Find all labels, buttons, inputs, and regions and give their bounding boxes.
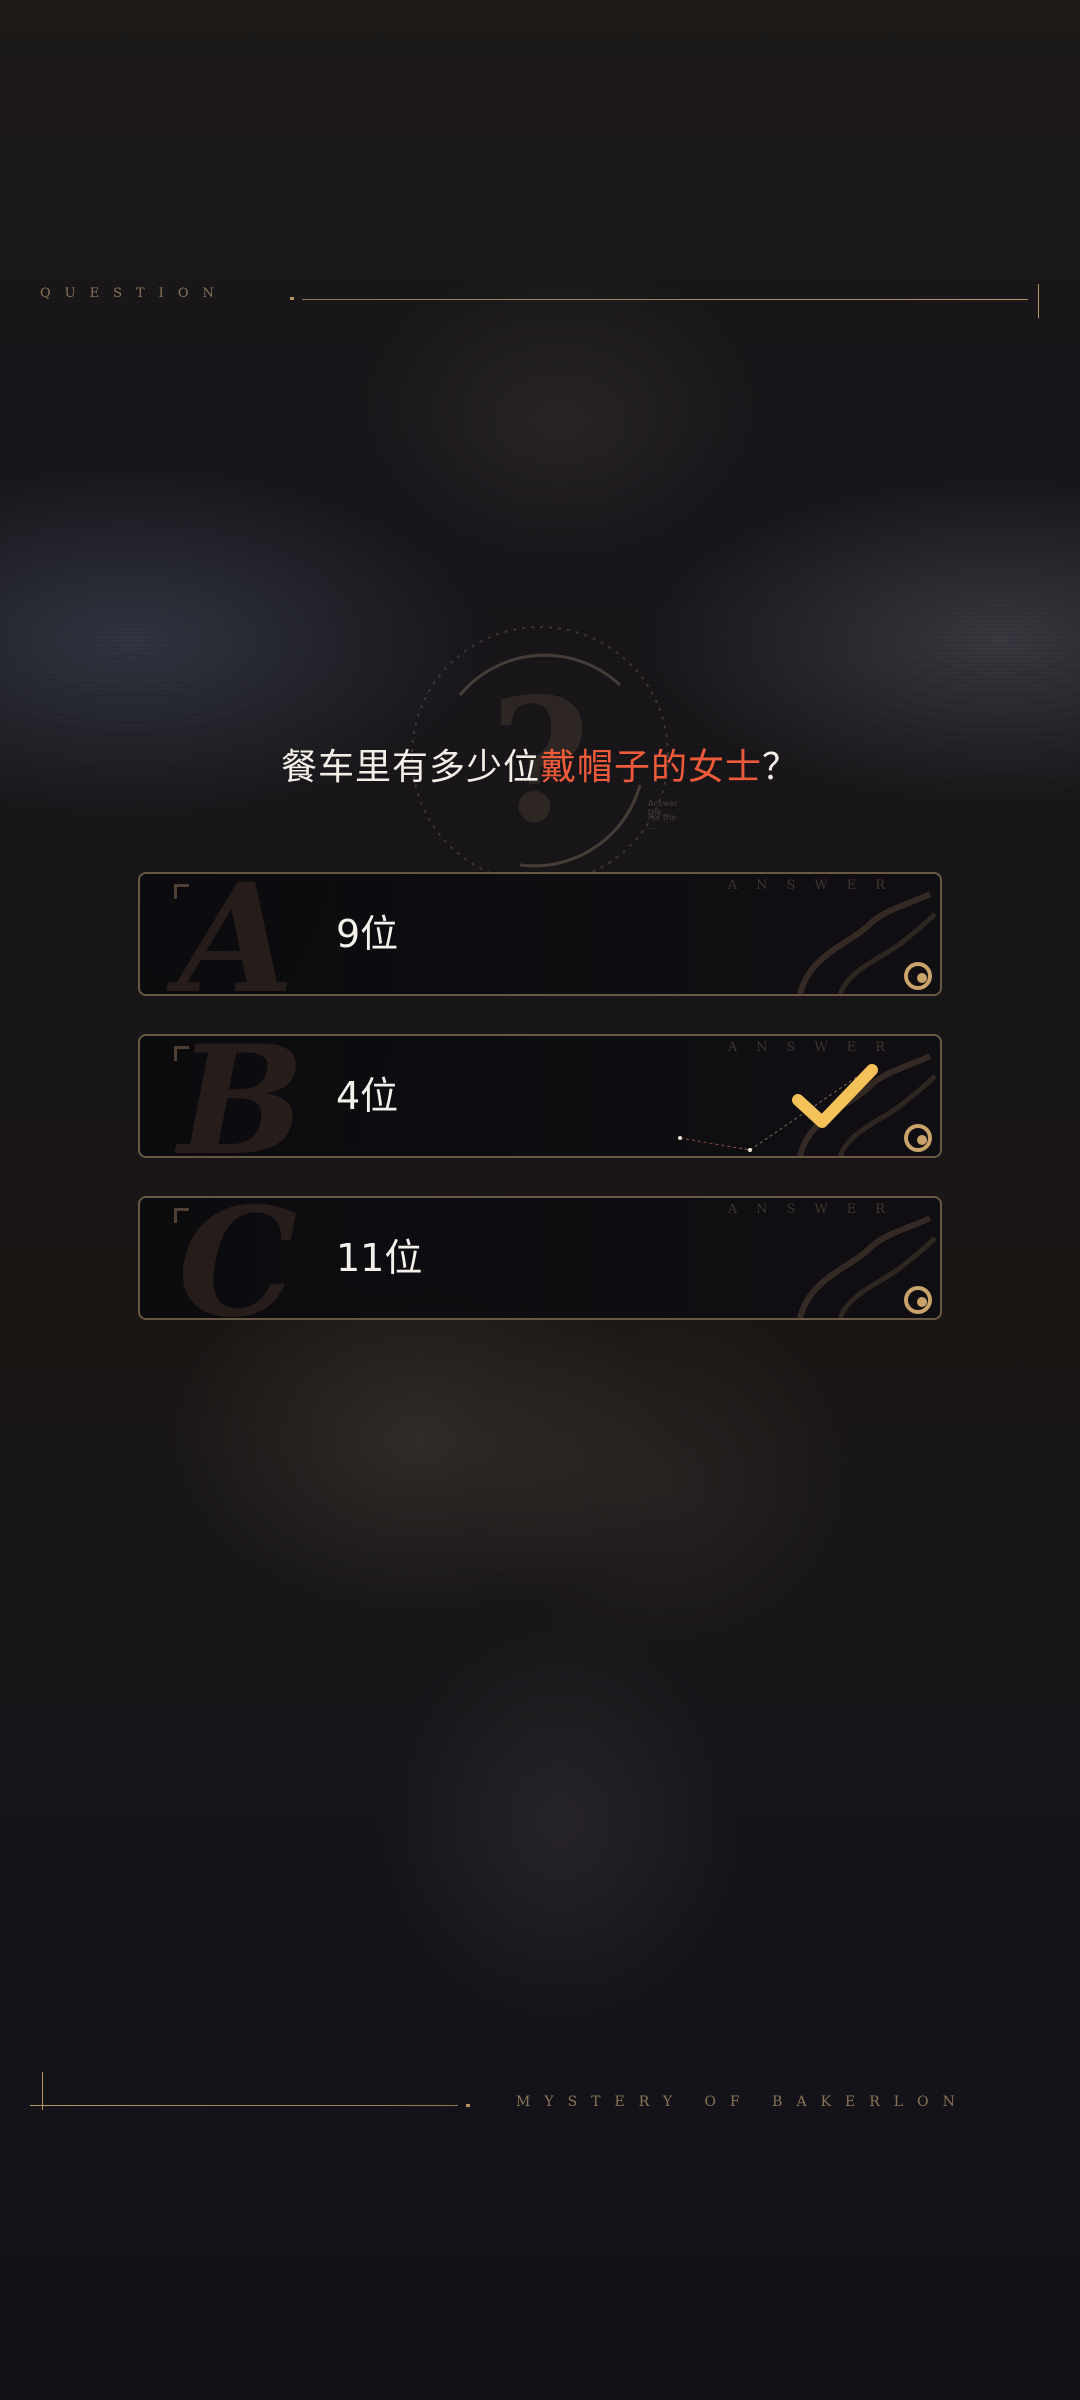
- emblem-caption-2: For the ...: [648, 813, 677, 831]
- ornament-flourish-icon: [797, 891, 937, 994]
- answer-label: 9位: [336, 912, 399, 956]
- question-header: QUESTION: [40, 280, 1050, 340]
- quiz-screen: QUESTION ? Answer the ... For the ... 餐车…: [0, 0, 1080, 2400]
- question-text: 餐车里有多少位戴帽子的女士？: [0, 738, 1080, 790]
- answer-option-c[interactable]: C ANSWER 11位: [138, 1196, 942, 1320]
- question-suffix: ？: [762, 747, 800, 788]
- answer-label: 11位: [336, 1236, 423, 1280]
- header-crosshair: [1038, 284, 1039, 318]
- answer-letter: A: [178, 872, 295, 996]
- answer-letter: C: [178, 1196, 298, 1320]
- footer-title: MYSTERY OF BAKERLON: [516, 2094, 969, 2110]
- header-divider-line: [302, 299, 1028, 300]
- question-label: QUESTION: [40, 286, 228, 301]
- checkmark-icon: [792, 1064, 878, 1128]
- answer-option-b[interactable]: B ANSWER 4位: [138, 1034, 942, 1158]
- ornament-flourish-icon: [797, 1215, 937, 1318]
- footer-divider-line: [30, 2105, 458, 2106]
- question-highlight: 戴帽子的女士: [539, 747, 762, 788]
- answer-label: 4位: [336, 1074, 399, 1118]
- answer-option-a[interactable]: A ANSWER 9位: [138, 872, 942, 996]
- footer-line-dot: [466, 2104, 470, 2107]
- header-line-dot: [290, 297, 294, 300]
- footer-branding: MYSTERY OF BAKERLON: [30, 2070, 1050, 2130]
- answer-letter: B: [178, 1034, 305, 1158]
- question-prefix: 餐车里有多少位: [280, 747, 540, 788]
